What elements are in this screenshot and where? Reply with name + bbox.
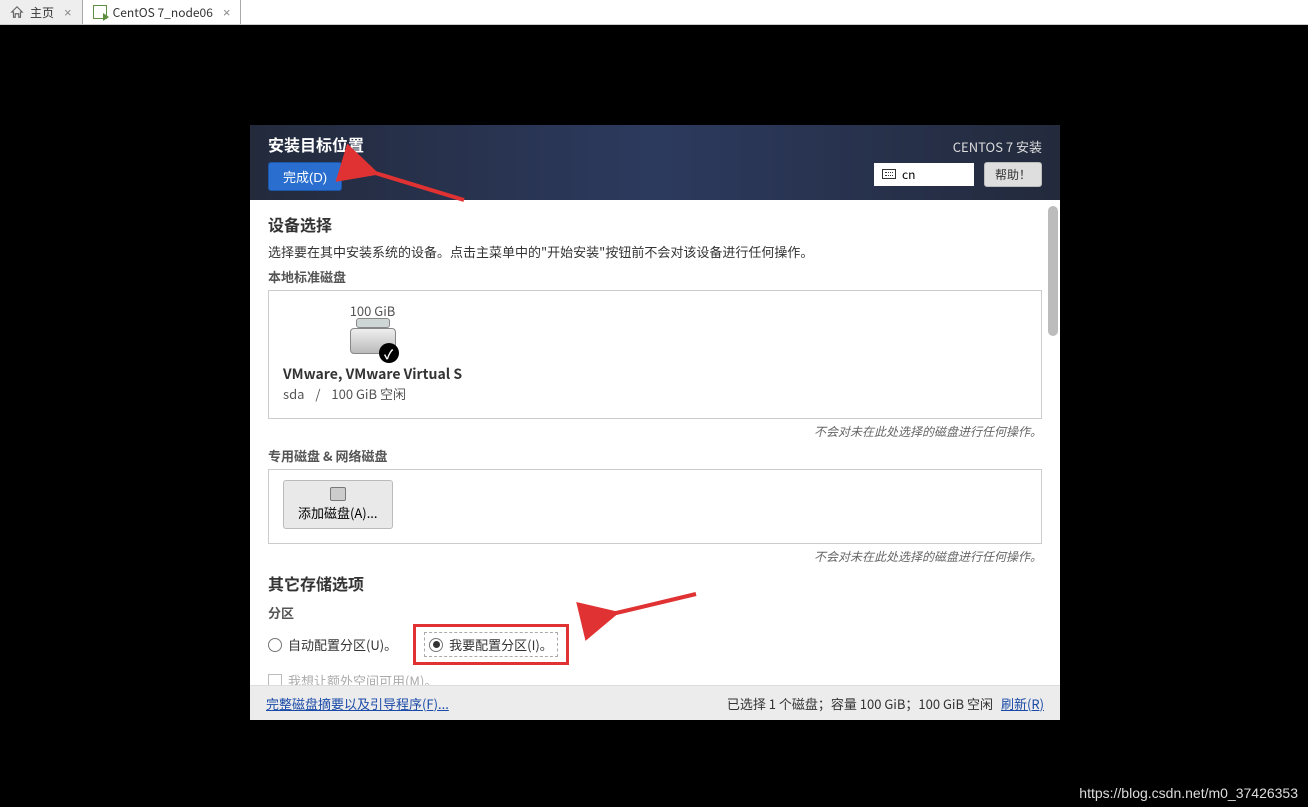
radio-manual-partition[interactable]: 我要配置分区(I)。: [429, 635, 553, 654]
add-disk-button[interactable]: 添加磁盘(A)...: [283, 480, 393, 529]
radio-icon: [268, 638, 282, 652]
refresh-link[interactable]: 刷新(R): [1001, 694, 1044, 713]
full-disk-summary-link[interactable]: 完整磁盘摘要以及引导程序(F)...: [266, 694, 449, 713]
help-button[interactable]: 帮助！: [984, 162, 1042, 187]
installer-header: 安装目标位置 完成(D) CENTOS 7 安装 cn 帮助！: [250, 125, 1060, 200]
radio-icon: [429, 638, 443, 652]
close-icon[interactable]: ×: [223, 5, 231, 20]
watermark: https://blog.csdn.net/m0_37426353: [1079, 785, 1298, 801]
add-disk-label: 添加磁盘(A)...: [298, 503, 378, 522]
disk-dev: sda: [283, 384, 304, 403]
checkbox-icon: [268, 674, 282, 686]
check-icon: [379, 343, 399, 363]
footer-status: 已选择 1 个磁盘；容量 100 GiB；100 GiB 空闲: [727, 694, 993, 713]
tab-home[interactable]: 主页 ×: [0, 0, 83, 24]
local-disks-label: 本地标准磁盘: [268, 267, 1042, 286]
tab-vm-label: CentOS 7_node06: [113, 4, 213, 21]
installer-footer: 完整磁盘摘要以及引导程序(F)... 已选择 1 个磁盘；容量 100 GiB；…: [250, 685, 1060, 720]
radio-manual-label: 我要配置分区(I)。: [449, 635, 553, 654]
installer-body: 设备选择 选择要在其中安装系统的设备。点击主菜单中的"开始安装"按钮前不会对该设…: [250, 200, 1060, 685]
disk-free: 100 GiB 空闲: [331, 384, 406, 403]
close-icon[interactable]: ×: [64, 5, 72, 20]
hard-disk-icon: [350, 322, 396, 360]
page-title: 安装目标位置: [268, 132, 364, 156]
special-disks-label: 专用磁盘 & 网络磁盘: [268, 446, 1042, 465]
local-disks-box: 100 GiB VMware, VMware Virtual S sda / 1…: [268, 290, 1042, 419]
keyboard-layout[interactable]: cn: [874, 163, 974, 186]
product-label: CENTOS 7 安装: [953, 137, 1042, 156]
radio-auto-label: 自动配置分区(U)。: [288, 635, 397, 654]
home-icon: [10, 5, 24, 19]
keyboard-icon: [882, 169, 896, 179]
storage-options-title: 其它存储选项: [268, 571, 1042, 595]
keyboard-layout-label: cn: [902, 166, 915, 183]
vm-icon: [93, 5, 107, 19]
installer-window: 安装目标位置 完成(D) CENTOS 7 安装 cn 帮助！ 设备选择 选择要…: [250, 125, 1060, 720]
no-action-note-2: 不会对未在此处选择的磁盘进行任何操作。: [268, 548, 1042, 565]
scrollbar[interactable]: [1048, 206, 1058, 679]
tab-home-label: 主页: [30, 4, 54, 21]
radio-auto-partition[interactable]: 自动配置分区(U)。: [268, 635, 397, 654]
no-action-note-1: 不会对未在此处选择的磁盘进行任何操作。: [268, 423, 1042, 440]
special-disks-box: 添加磁盘(A)...: [268, 469, 1042, 544]
device-selection-desc: 选择要在其中安装系统的设备。点击主菜单中的"开始安装"按钮前不会对该设备进行任何…: [268, 242, 1042, 261]
annotation-red-box: 我要配置分区(I)。: [413, 624, 569, 665]
disk-detail: sda / 100 GiB 空闲: [283, 384, 462, 403]
disk-name: VMware, VMware Virtual S: [283, 364, 462, 384]
tabs-bar: 主页 × CentOS 7_node06 ×: [0, 0, 1308, 25]
checkbox-reclaim-space: 我想让额外空间可用(M)。: [268, 671, 1042, 685]
tab-vm[interactable]: CentOS 7_node06 ×: [83, 0, 242, 24]
checkbox-reclaim-label: 我想让额外空间可用(M)。: [288, 671, 437, 685]
done-button[interactable]: 完成(D): [268, 162, 342, 191]
disk-icon: [330, 487, 346, 501]
partition-label: 分区: [268, 603, 1042, 622]
device-selection-title: 设备选择: [268, 212, 1042, 236]
partition-radio-group: 自动配置分区(U)。 我要配置分区(I)。: [268, 624, 1042, 665]
disk-item[interactable]: 100 GiB VMware, VMware Virtual S sda / 1…: [283, 301, 462, 403]
